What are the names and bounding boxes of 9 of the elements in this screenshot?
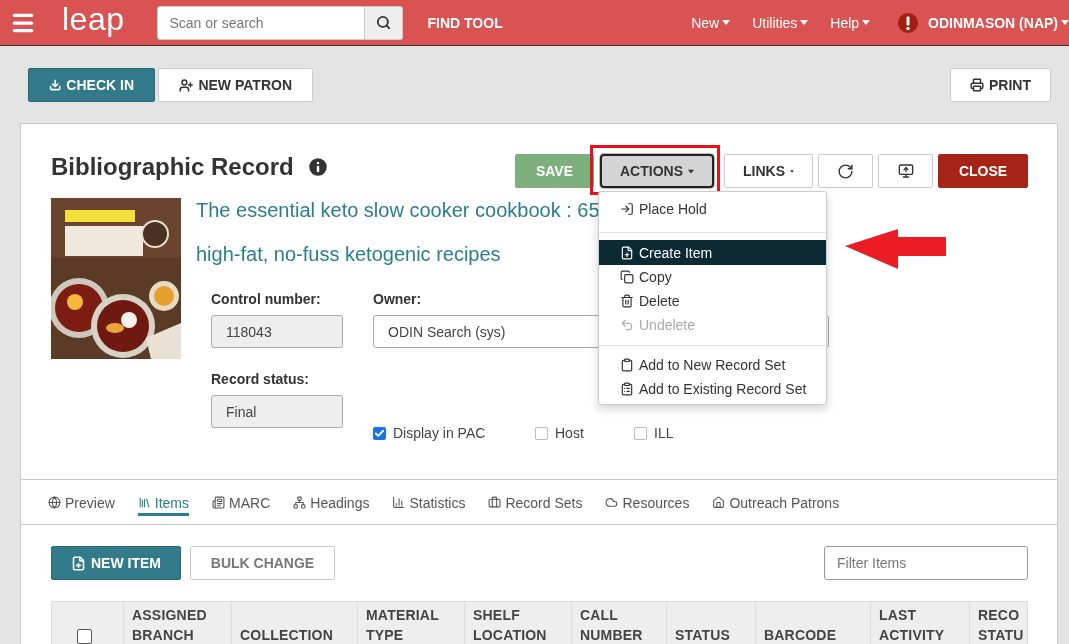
field-label: Owner: [373,290,422,308]
page-title: Bibliographic Record [51,154,294,180]
record-title: The essential keto slow cooker cookbook : 65 [196,198,600,223]
field-label: Control number: [211,290,321,308]
record-title: high-fat, no-fuss ketogenic recipes [196,242,501,267]
field-label: Record status: [211,370,310,388]
checkbox-label: ILL [654,425,674,441]
checkbox-label: Display in PAC [393,425,486,441]
checkbox-label: Host [555,425,584,441]
